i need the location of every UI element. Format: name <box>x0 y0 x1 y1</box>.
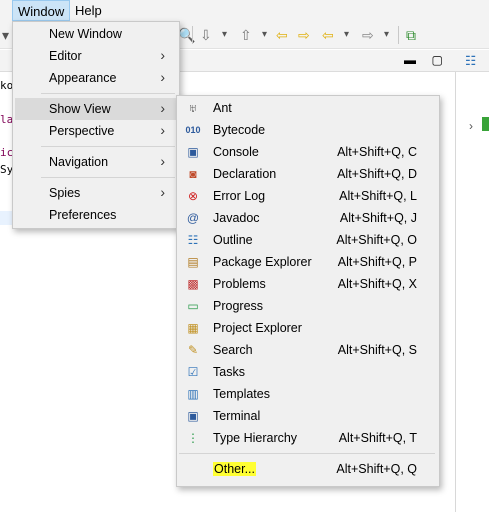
toolbar-separator <box>192 26 193 44</box>
open-perspective-icon[interactable]: ⧉ <box>406 27 416 43</box>
outline-icon: ☷ <box>465 54 477 68</box>
show-view-submenu: ♅ Ant 010 Bytecode ▣ Console Alt+Shift+Q… <box>176 95 440 487</box>
submenu-arrow-icon: › <box>160 47 165 63</box>
dropdown-arrow-icon[interactable]: ▾ <box>222 27 227 43</box>
minimize-icon[interactable]: ▬ <box>404 53 416 67</box>
view-item-progress[interactable]: ▭ Progress <box>179 295 437 317</box>
menu-item-show-view[interactable]: Show View › <box>15 98 177 120</box>
current-line-highlight <box>0 211 12 225</box>
submenu-arrow-icon: › <box>160 69 165 85</box>
submenu-arrow-icon: › <box>160 184 165 200</box>
templates-icon: ▥ <box>187 387 199 401</box>
dropdown-arrow-icon[interactable]: ▾ <box>2 27 9 43</box>
view-item-templates[interactable]: ▥ Templates <box>179 383 437 405</box>
previous-annotation-icon[interactable]: ⇧ <box>240 27 252 43</box>
package-explorer-icon: ▤ <box>187 255 199 269</box>
last-edit-location-icon[interactable]: ⇦ <box>276 27 288 43</box>
view-item-search[interactable]: ✎ Search Alt+Shift+Q, S <box>179 339 437 361</box>
back-icon[interactable]: ⇦ <box>322 27 334 43</box>
view-item-problems[interactable]: ▩ Problems Alt+Shift+Q, X <box>179 273 437 295</box>
menu-item-preferences[interactable]: Preferences <box>15 204 177 226</box>
view-item-ant[interactable]: ♅ Ant <box>179 97 437 119</box>
menu-separator <box>41 93 175 94</box>
type-hierarchy-icon: ⋮ <box>187 431 199 445</box>
view-item-error-log[interactable]: ⊗ Error Log Alt+Shift+Q, L <box>179 185 437 207</box>
menu-separator <box>179 453 435 454</box>
view-item-bytecode[interactable]: 010 Bytecode <box>179 119 437 141</box>
expand-arrow-icon[interactable]: › <box>469 119 473 133</box>
menu-item-spies[interactable]: Spies › <box>15 182 177 204</box>
menu-separator <box>41 146 175 147</box>
view-item-package-explorer[interactable]: ▤ Package Explorer Alt+Shift+Q, P <box>179 251 437 273</box>
ant-icon: ♅ <box>188 101 198 115</box>
right-view-tab[interactable]: ☷ <box>455 50 489 72</box>
problems-icon: ▩ <box>187 277 199 291</box>
window-menu: New Window Editor › Appearance › Show Vi… <box>12 21 180 229</box>
outline-icon: ☷ <box>187 233 199 247</box>
forward-edit-icon[interactable]: ⇨ <box>298 27 310 43</box>
dropdown-arrow-icon[interactable]: ▾ <box>384 27 389 43</box>
next-annotation-icon[interactable]: ⇩ <box>200 27 212 43</box>
tree-node-icon <box>482 117 489 131</box>
search-icon: ✎ <box>187 343 199 357</box>
error-log-icon: ⊗ <box>187 189 199 203</box>
toolbar-separator <box>398 26 399 44</box>
view-item-tasks[interactable]: ☑ Tasks <box>179 361 437 383</box>
submenu-arrow-icon: › <box>160 153 165 169</box>
view-item-javadoc[interactable]: @ Javadoc Alt+Shift+Q, J <box>179 207 437 229</box>
tasks-icon: ☑ <box>187 365 199 379</box>
maximize-icon[interactable]: ▢ <box>431 53 442 67</box>
menu-item-navigation[interactable]: Navigation › <box>15 151 177 173</box>
terminal-icon: ▣ <box>187 409 199 423</box>
dropdown-arrow-icon[interactable]: ▾ <box>344 27 349 43</box>
menu-separator <box>41 177 175 178</box>
menu-item-editor[interactable]: Editor › <box>15 45 177 67</box>
view-item-other[interactable]: Other... Alt+Shift+Q, Q <box>179 458 437 480</box>
javadoc-icon: @ <box>186 211 200 225</box>
menu-help[interactable]: Help <box>75 3 102 18</box>
dropdown-arrow-icon[interactable]: ▾ <box>262 27 267 43</box>
view-controls: ▬ ▢ <box>404 53 443 67</box>
menu-window[interactable]: Window <box>12 0 71 21</box>
project-explorer-icon: ▦ <box>187 321 199 335</box>
view-item-terminal[interactable]: ▣ Terminal <box>179 405 437 427</box>
menu-bar: Window Help <box>0 0 489 21</box>
view-item-project-explorer[interactable]: ▦ Project Explorer <box>179 317 437 339</box>
view-item-outline[interactable]: ☷ Outline Alt+Shift+Q, O <box>179 229 437 251</box>
bytecode-icon: 010 <box>185 125 201 135</box>
view-item-console[interactable]: ▣ Console Alt+Shift+Q, C <box>179 141 437 163</box>
submenu-arrow-icon: › <box>160 122 165 138</box>
view-item-type-hierarchy[interactable]: ⋮ Type Hierarchy Alt+Shift+Q, T <box>179 427 437 449</box>
menu-item-appearance[interactable]: Appearance › <box>15 67 177 89</box>
menu-item-perspective[interactable]: Perspective › <box>15 120 177 142</box>
view-item-declaration[interactable]: ◙ Declaration Alt+Shift+Q, D <box>179 163 437 185</box>
submenu-arrow-icon: › <box>160 100 165 116</box>
console-icon: ▣ <box>187 145 199 159</box>
menu-item-new-window[interactable]: New Window <box>15 23 177 45</box>
other-label: Other... <box>213 462 256 476</box>
forward-icon[interactable]: ⇨ <box>362 27 374 43</box>
declaration-icon: ◙ <box>189 167 197 181</box>
progress-icon: ▭ <box>187 299 199 313</box>
